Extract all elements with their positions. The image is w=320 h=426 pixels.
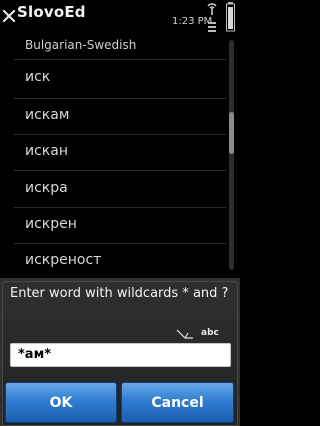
battery-icon [226,2,235,32]
list-item[interactable]: иск [0,62,228,97]
ok-button[interactable]: OK [5,382,117,423]
list-divider [14,243,226,244]
list-item-label: искра [25,180,68,196]
list-item[interactable]: искреност [0,245,228,280]
list-item-label: искреност [25,252,102,268]
scrollbar-track[interactable] [229,40,234,270]
list-item[interactable]: искан [0,136,228,171]
list-item[interactable]: искра [0,173,228,208]
list-divider [14,59,226,60]
scrollbar-thumb[interactable] [229,112,234,154]
dialog-prompt: Enter word with wildcards * and ? [10,286,229,301]
clock: 1:23 PM [172,16,213,27]
dictionary-name: Bulgarian-Swedish [25,38,137,52]
list-item[interactable]: искам [0,100,228,135]
list-divider [14,207,226,208]
list-divider [14,98,226,99]
app-title: SlovoEd [17,3,86,21]
list-divider [14,134,226,135]
status-bar: SlovoEd 1:23 PM [0,0,240,38]
cancel-button[interactable]: Cancel [121,382,234,423]
signal-icon [207,3,217,15]
list-item-label: искрен [25,216,77,232]
list-item-label: искан [25,143,68,159]
input-mode-label: abc [201,328,219,338]
pencil-icon [176,329,193,339]
wildcard-input[interactable]: *ам* [10,343,231,367]
list-divider [14,170,226,171]
close-icon[interactable] [2,9,16,23]
list-item[interactable]: искрен [0,209,228,244]
signal-bars-icon [208,22,216,32]
list-item-label: иск [25,69,51,85]
list-item-label: искам [25,107,70,123]
